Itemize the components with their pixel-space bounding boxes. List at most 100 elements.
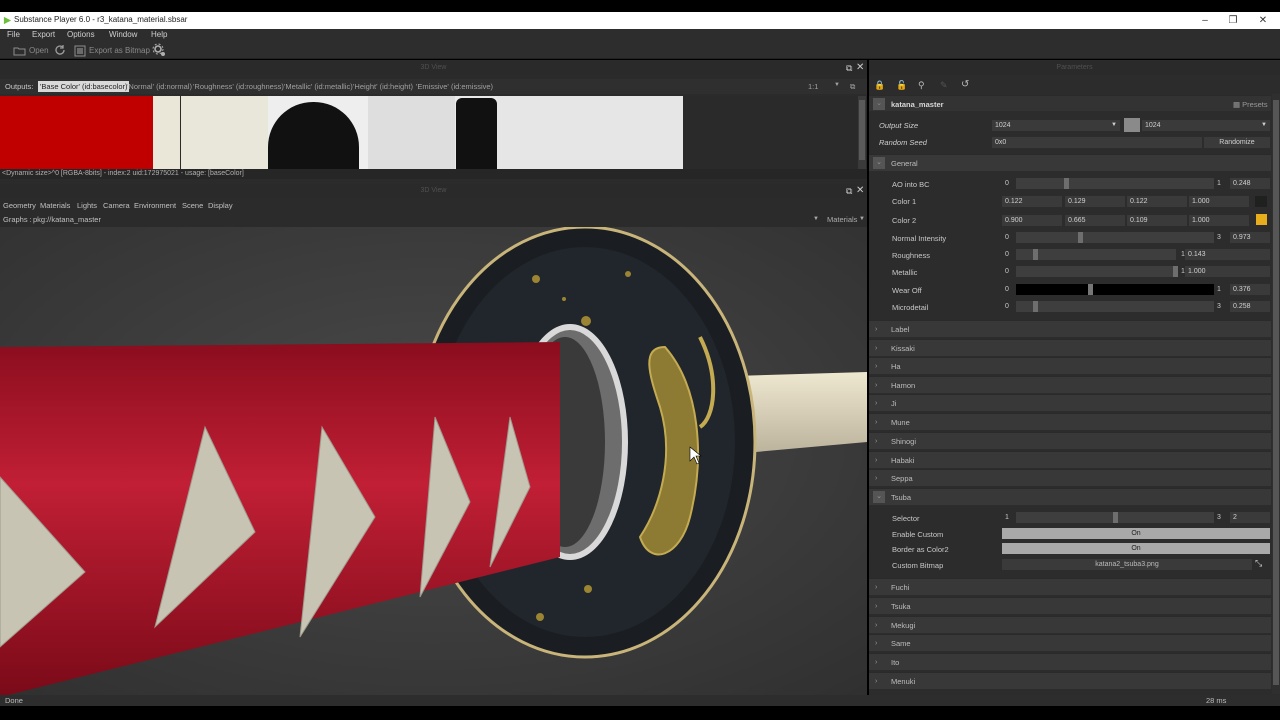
- output-emissive[interactable]: 'Emissive' (id:emissive): [416, 82, 493, 91]
- reset-icon[interactable]: ↺: [961, 79, 969, 90]
- minimize-button[interactable]: –: [1190, 14, 1220, 27]
- section-habaki[interactable]: › Habaki: [869, 451, 1271, 468]
- color1-r[interactable]: 0.122: [1002, 196, 1062, 207]
- microdetail-value[interactable]: 0.258: [1230, 301, 1270, 312]
- lock-icon[interactable]: 🔒: [874, 80, 885, 91]
- chevron-down-icon[interactable]: ▼: [813, 216, 819, 222]
- ao-value[interactable]: 0.248: [1230, 178, 1270, 189]
- thumb-metallic[interactable]: [268, 96, 368, 169]
- color1-g[interactable]: 0.129: [1065, 196, 1125, 207]
- presets-button[interactable]: ▦ Presets: [1233, 96, 1268, 113]
- section-general[interactable]: ⌄ General: [869, 154, 1271, 171]
- export-bitmap-button[interactable]: Export as Bitmap: [74, 44, 150, 57]
- graph-select[interactable]: pkg://katana_master: [33, 215, 101, 224]
- link-size-toggle[interactable]: [1124, 118, 1140, 132]
- float-panel-icon[interactable]: ⧉: [846, 63, 852, 74]
- menu-camera[interactable]: Camera: [103, 201, 130, 210]
- section-label[interactable]: › Label: [869, 320, 1271, 337]
- chevron-down-icon[interactable]: ⌄: [873, 98, 885, 110]
- thumb-normal[interactable]: [153, 96, 180, 169]
- thumb-height[interactable]: [368, 96, 455, 169]
- section-mune[interactable]: › Mune: [869, 413, 1271, 430]
- chevron-down-icon[interactable]: ▼: [834, 82, 840, 88]
- color1-swatch[interactable]: [1255, 196, 1267, 207]
- thumb-extra[interactable]: [497, 96, 683, 169]
- menu-scene[interactable]: Scene: [182, 201, 203, 210]
- settings-icon[interactable]: [152, 43, 166, 57]
- output-roughness[interactable]: 'Roughness' (id:roughness): [193, 82, 284, 91]
- metallic-value[interactable]: 1.000: [1185, 266, 1270, 277]
- ao-slider[interactable]: [1016, 178, 1214, 189]
- graph-name-row[interactable]: ⌄ katana_master ▦ Presets: [869, 95, 1271, 111]
- section-seppa[interactable]: › Seppa: [869, 469, 1271, 486]
- close-view-icon[interactable]: ✕: [856, 185, 864, 196]
- thumbs-scrollbar[interactable]: [858, 96, 866, 169]
- thumb-roughness[interactable]: [181, 96, 268, 169]
- output-metallic[interactable]: 'Metallic' (id:metallic): [284, 82, 353, 91]
- selector-value[interactable]: 2: [1230, 512, 1270, 523]
- float-view-icon[interactable]: ⧉: [846, 186, 852, 197]
- section-same[interactable]: › Same: [869, 634, 1271, 651]
- color1-b[interactable]: 0.122: [1127, 196, 1187, 207]
- output-size-width-select[interactable]: 1024 ▼: [992, 120, 1120, 131]
- color1-a[interactable]: 1.000: [1189, 196, 1249, 207]
- section-tsuba[interactable]: ⌄ Tsuba: [869, 488, 1271, 505]
- menu-lights[interactable]: Lights: [77, 201, 97, 210]
- section-ji[interactable]: › Ji: [869, 394, 1271, 411]
- border-color2-toggle[interactable]: On: [1002, 543, 1270, 554]
- output-size-height-select[interactable]: 1024 ▼: [1142, 120, 1270, 131]
- materials-dropdown[interactable]: Materials: [827, 215, 857, 224]
- custom-bitmap-input[interactable]: katana2_tsuba3.png: [1002, 559, 1252, 570]
- section-hamon[interactable]: › Hamon: [869, 376, 1271, 393]
- parameters-scrollbar[interactable]: [1272, 94, 1280, 694]
- output-normal[interactable]: 'Normal' (id:normal): [127, 82, 192, 91]
- menu-window[interactable]: Window: [109, 30, 137, 39]
- section-ha[interactable]: › Ha: [869, 357, 1271, 374]
- thumb-basecolor[interactable]: [0, 96, 153, 169]
- lock-all-icon[interactable]: 🔓: [896, 80, 907, 91]
- roughness-slider[interactable]: [1016, 249, 1176, 260]
- selector-slider[interactable]: [1016, 512, 1214, 523]
- section-fuchi[interactable]: › Fuchi: [869, 578, 1271, 595]
- color2-swatch[interactable]: [1256, 214, 1267, 225]
- section-ito[interactable]: › Ito: [869, 653, 1271, 670]
- filter-icon[interactable]: ⚲: [918, 80, 925, 91]
- open-button[interactable]: Open: [13, 44, 49, 57]
- randomize-button[interactable]: Randomize: [1204, 137, 1270, 148]
- close-panel-icon[interactable]: ✕: [856, 62, 864, 73]
- microdetail-slider[interactable]: [1016, 301, 1214, 312]
- enable-custom-toggle[interactable]: On: [1002, 528, 1270, 539]
- normal-value[interactable]: 0.973: [1230, 232, 1270, 243]
- chevron-down-icon[interactable]: ▼: [859, 216, 865, 222]
- menu-help[interactable]: Help: [151, 30, 167, 39]
- menu-display[interactable]: Display: [208, 201, 233, 210]
- close-button[interactable]: ✕: [1248, 14, 1278, 27]
- section-tsuka[interactable]: › Tsuka: [869, 597, 1271, 614]
- output-height[interactable]: 'Height' (id:height): [353, 82, 413, 91]
- color2-b[interactable]: 0.109: [1127, 215, 1187, 226]
- restore-button[interactable]: ❐: [1218, 14, 1248, 27]
- zoom-select[interactable]: 1:1: [808, 82, 818, 91]
- pin-icon[interactable]: ⧉: [850, 82, 855, 92]
- random-seed-input[interactable]: 0x0: [992, 137, 1202, 148]
- color2-r[interactable]: 0.900: [1002, 215, 1062, 226]
- wear-slider[interactable]: [1016, 284, 1214, 295]
- tool-icon[interactable]: ✎: [940, 80, 948, 91]
- roughness-value[interactable]: 0.143: [1185, 249, 1270, 260]
- section-kissaki[interactable]: › Kissaki: [869, 339, 1271, 356]
- color2-a[interactable]: 1.000: [1189, 215, 1249, 226]
- bitmap-browse-icon[interactable]: ⤡: [1255, 558, 1262, 569]
- color2-g[interactable]: 0.665: [1065, 215, 1125, 226]
- menu-materials[interactable]: Materials: [40, 201, 70, 210]
- section-shinogi[interactable]: › Shinogi: [869, 432, 1271, 449]
- menu-file[interactable]: File: [7, 30, 20, 39]
- section-mekugi[interactable]: › Mekugi: [869, 616, 1271, 633]
- menu-geometry[interactable]: Geometry: [3, 201, 36, 210]
- thumb-emissive[interactable]: [455, 96, 497, 169]
- wear-value[interactable]: 0.376: [1230, 284, 1270, 295]
- normal-slider[interactable]: [1016, 232, 1214, 243]
- section-menuki[interactable]: › Menuki: [869, 672, 1271, 689]
- viewport-3d[interactable]: [0, 227, 867, 695]
- metallic-slider[interactable]: [1016, 266, 1178, 277]
- reload-icon[interactable]: [54, 44, 66, 56]
